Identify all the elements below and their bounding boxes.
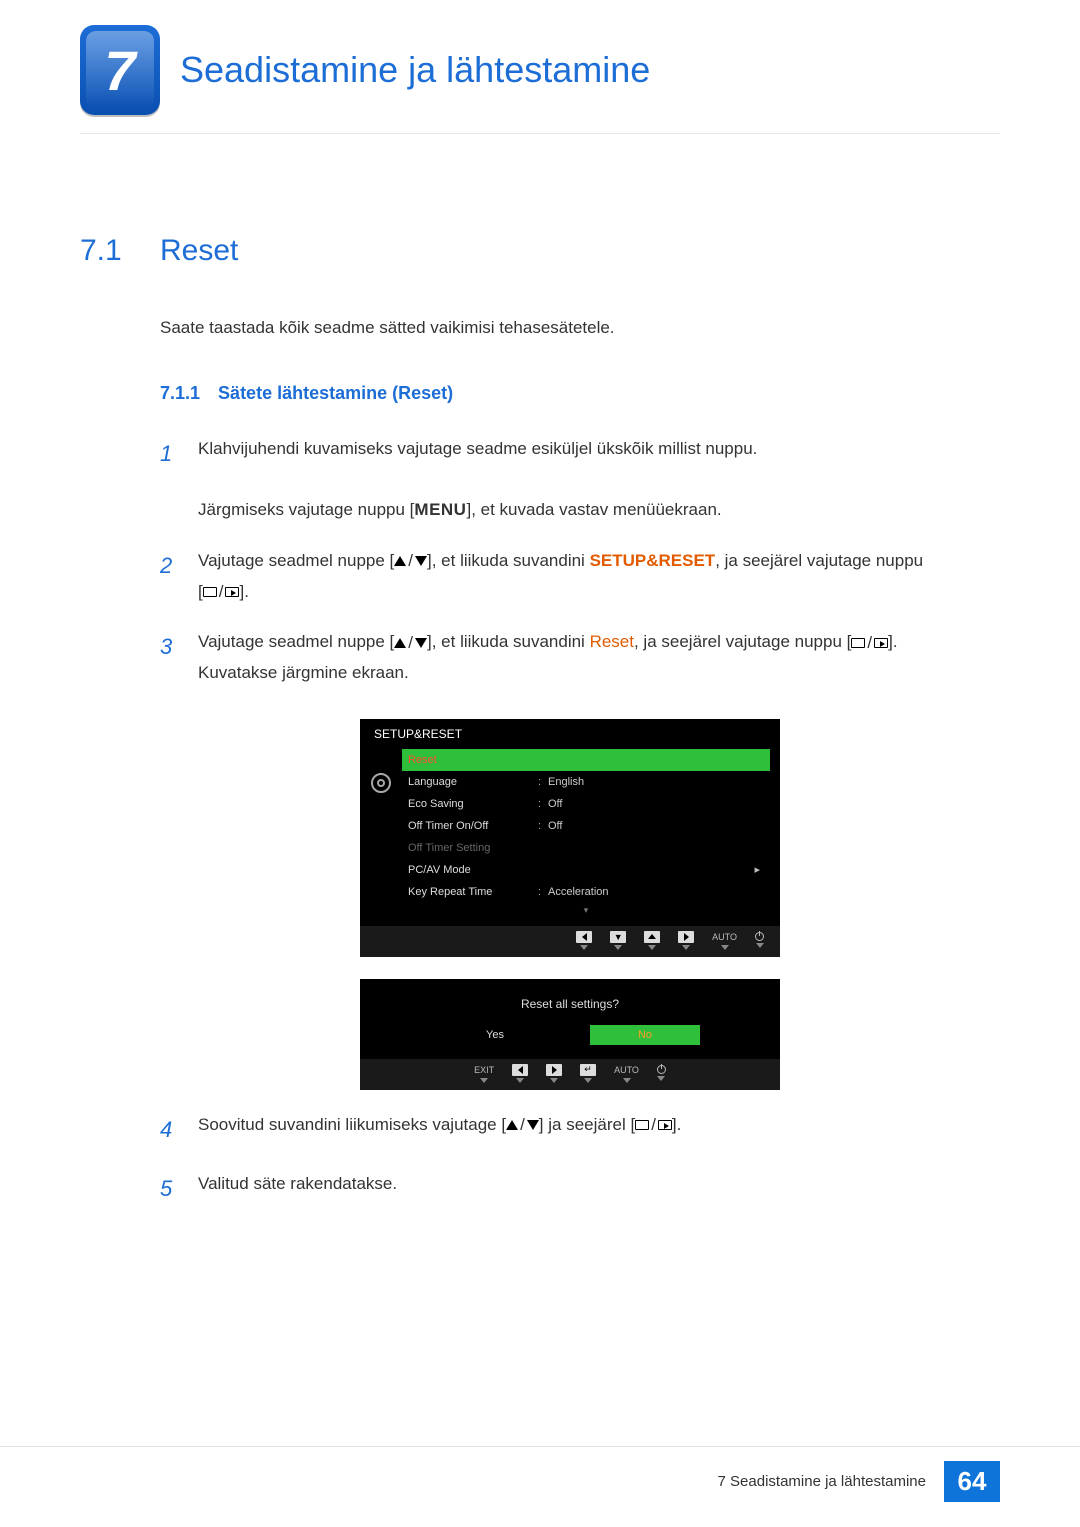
subsection-title: Sätete lähtestamine (Reset) [218,383,453,404]
power-icon [755,932,764,941]
page-footer: 7 Seadistamine ja lähtestamine 64 [700,1461,1000,1502]
up-down-icon: / [506,1110,539,1141]
step-text: Valitud säte rakendatakse. [198,1169,1000,1209]
step-3: 3 Vajutage seadmel nuppe [/], et liikuda… [160,627,1000,688]
osd-nav-right [546,1064,562,1083]
section-heading: 7.1 Reset [80,234,1000,268]
osd-row-off-timer-setting: Off Timer Setting [402,837,770,859]
menu-target: Reset [590,632,634,651]
menu-target: SETUP&RESET [590,551,716,570]
subsection-number: 7.1.1 [160,383,200,404]
page-number: 64 [944,1461,1000,1502]
osd-nav-auto: AUTO [614,1064,639,1083]
step-number: 1 [160,434,178,526]
chevron-right-icon: ▸ [754,863,760,876]
osd-side-icon [360,749,402,926]
chapter-number: 7 [80,25,160,115]
osd-nav-power [657,1065,666,1081]
step-text: Vajutage seadmel nuppe [/], et liikuda s… [198,627,1000,688]
osd-option-no: No [590,1025,700,1045]
osd-panel: SETUP&RESET Reset Language:English Eco S… [360,719,780,957]
steps-list-cont: 4 Soovitud suvandini liikumiseks vajutag… [160,1110,1000,1209]
osd-screenshot-setup-reset: SETUP&RESET Reset Language:English Eco S… [360,719,780,957]
osd-row-pcav-mode: PC/AV Mode▸ [402,859,770,881]
power-icon [657,1065,666,1074]
step-4: 4 Soovitud suvandini liikumiseks vajutag… [160,1110,1000,1150]
enter-source-icon: / [851,628,888,659]
osd-row-eco-saving: Eco Saving:Off [402,793,770,815]
osd-scroll-indicator: ▾ [402,903,770,918]
chapter-title: Seadistamine ja lähtestamine [180,49,650,91]
osd-nav-auto: AUTO [712,931,737,950]
up-down-icon: / [394,628,427,659]
step-number: 3 [160,627,178,688]
manual-page: 7 Seadistamine ja lähtestamine 7.1 Reset… [0,0,1080,1527]
osd-menu-list: Reset Language:English Eco Saving:Off Of… [402,749,780,926]
chapter-number-badge: 7 [80,25,160,115]
osd-title: SETUP&RESET [360,719,780,749]
section-title: Reset [160,234,238,268]
step-number: 5 [160,1169,178,1209]
osd-dialog-options: Yes No [360,1025,780,1059]
footer-chapter-label: 7 Seadistamine ja lähtestamine [700,1461,944,1502]
osd-nav-bar: ▼ AUTO [360,926,780,957]
subsection-heading: 7.1.1 Sätete lähtestamine (Reset) [160,383,1000,404]
osd-nav-down: ▼ [610,931,626,950]
step-number: 4 [160,1110,178,1150]
osd-option-yes: Yes [440,1025,550,1045]
osd-nav-exit: EXIT [474,1064,494,1083]
step-text: Soovitud suvandini liikumiseks vajutage … [198,1110,1000,1150]
osd-nav-left [576,931,592,950]
steps-list: 1 Klahvijuhendi kuvamiseks vajutage sead… [160,434,1000,689]
step-text: Klahvijuhendi kuvamiseks vajutage seadme… [198,434,1000,526]
osd-nav-bar: EXIT ↵ AUTO [360,1059,780,1090]
osd-dialog-question: Reset all settings? [360,979,780,1025]
footer-divider [0,1446,1080,1447]
chapter-header: 7 Seadistamine ja lähtestamine [80,25,1000,115]
step-text: Vajutage seadmel nuppe [/], et liikuda s… [198,546,1000,608]
osd-row-off-timer: Off Timer On/Off:Off [402,815,770,837]
menu-label: MENU [414,500,466,519]
step-2: 2 Vajutage seadmel nuppe [/], et liikuda… [160,546,1000,608]
osd-screenshot-reset-confirm: Reset all settings? Yes No EXIT ↵ AUTO [360,979,780,1090]
step-1: 1 Klahvijuhendi kuvamiseks vajutage sead… [160,434,1000,526]
osd-nav-right [678,931,694,950]
step-number: 2 [160,546,178,608]
up-down-icon: / [394,546,427,577]
section-number: 7.1 [80,234,130,268]
osd-row-key-repeat: Key Repeat Time:Acceleration [402,881,770,903]
enter-source-icon: / [203,577,240,608]
step-5: 5 Valitud säte rakendatakse. [160,1169,1000,1209]
osd-nav-up [644,931,660,950]
divider [80,133,1000,134]
enter-source-icon: / [635,1110,672,1141]
section-intro: Saate taastada kõik seadme sätted vaikim… [160,318,1000,338]
osd-nav-left [512,1064,528,1083]
osd-dialog: Reset all settings? Yes No EXIT ↵ AUTO [360,979,780,1090]
gear-icon [371,773,391,793]
osd-row-language: Language:English [402,771,770,793]
osd-nav-enter: ↵ [580,1064,596,1083]
osd-row-reset: Reset [402,749,770,771]
osd-nav-power [755,932,764,948]
